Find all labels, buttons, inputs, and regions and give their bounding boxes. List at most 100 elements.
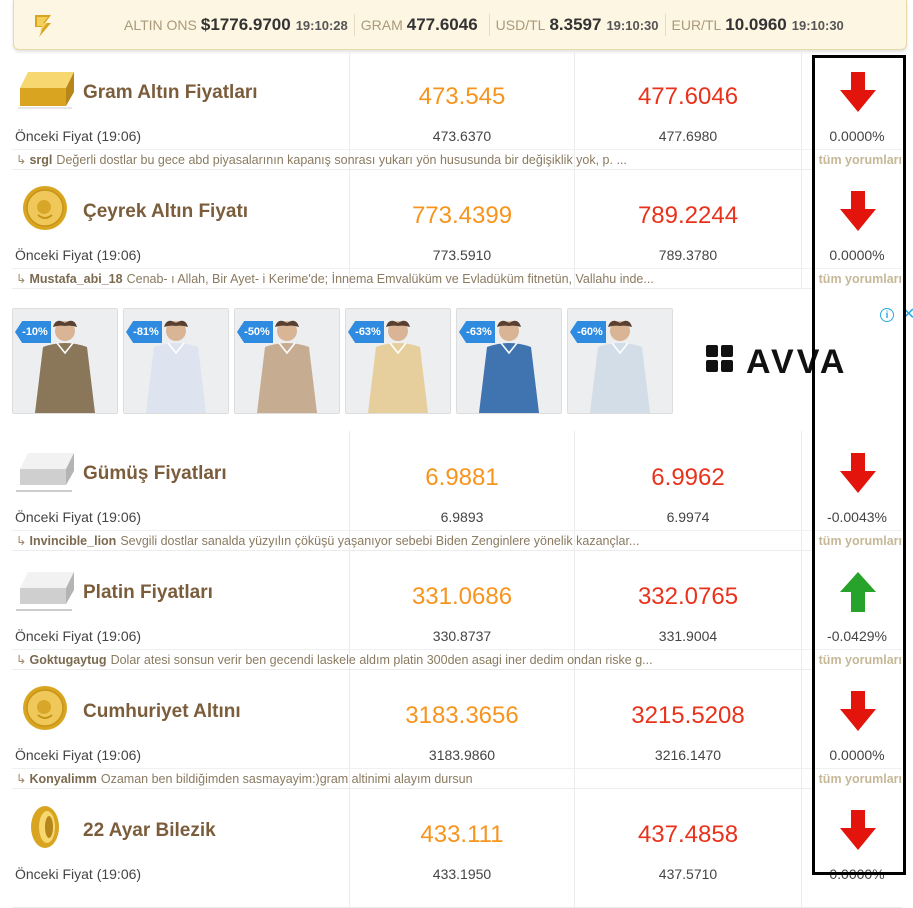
change-percent: -0.0043% — [827, 509, 887, 525]
ticker-time: 19:10:30 — [791, 17, 844, 33]
reply-arrow-icon: ↳ — [16, 153, 27, 167]
sell-price: 437.4858 — [637, 821, 739, 848]
price-row[interactable]: Cumhuriyet Altını Önceki Fiyat (19:06) 318… — [12, 669, 902, 789]
previous-buy-price: 473.6370 — [432, 128, 492, 144]
all-comments-link[interactable]: tüm yorumları — [814, 650, 902, 670]
latest-comment[interactable]: ↳ Goktugaytug Dolar atesi sonsun verir ben… — [12, 649, 902, 670]
all-comments-link[interactable]: tüm yorumları — [814, 150, 902, 170]
previous-buy-price: 6.9893 — [440, 509, 484, 525]
all-comments-link[interactable]: tüm yorumları — [814, 531, 902, 551]
comment-user[interactable]: Konyalimm — [29, 772, 96, 786]
previous-price-label: Önceki Fiyat (19:06) — [15, 509, 142, 525]
product-name-link[interactable]: Platin Fiyatları — [83, 582, 213, 604]
discount-badge: -81% — [126, 321, 162, 343]
product-name-link[interactable]: 22 Ayar Bilezik — [83, 820, 216, 842]
buy-price: 3183.3656 — [405, 702, 519, 729]
advertisement-banner[interactable]: -10% -81% -50% -63% -63% -60% AVVA i ✕ — [12, 288, 913, 431]
ad-info-icon[interactable]: i — [880, 308, 894, 322]
change-percent: 0.0000% — [829, 128, 885, 144]
comment-user[interactable]: Invincible_lion — [29, 534, 116, 548]
ad-product-card[interactable]: -63% — [345, 308, 451, 414]
comment-text[interactable]: Dolar atesi sonsun verir ben gecendi las… — [111, 653, 653, 667]
ticker-time: 19:10:30 — [606, 17, 659, 33]
comment-user[interactable]: Mustafa_abi_18 — [29, 272, 122, 286]
previous-sell-price: 6.9974 — [666, 509, 710, 525]
ticker-item[interactable]: ALTIN ONS $1776.9700 19:10:28 — [118, 13, 355, 36]
product-name-link[interactable]: Gram Altın Fiyatları — [83, 82, 258, 104]
brand-logo-icon: AVVA — [706, 343, 847, 381]
change-percent: 0.0000% — [829, 747, 885, 763]
brand-name: AVVA — [746, 343, 847, 375]
change-percent: 0.0000% — [829, 247, 885, 263]
ad-product-card[interactable]: -63% — [456, 308, 562, 414]
buy-price: 6.9881 — [425, 464, 499, 491]
all-comments-link[interactable]: tüm yorumları — [814, 269, 902, 289]
previous-sell-price: 331.9004 — [658, 628, 718, 644]
previous-buy-price: 433.1950 — [432, 866, 492, 882]
comment-text[interactable]: Değerli dostlar bu gece abd piyasalarını… — [56, 153, 626, 167]
ticker-item[interactable]: EUR/TL 10.0960 19:10:30 — [666, 14, 850, 36]
sell-price: 3215.5208 — [631, 702, 745, 729]
arrow-down-icon — [838, 808, 878, 852]
price-row[interactable]: 22 Ayar Bilezik Önceki Fiyat (19:06) 433.1… — [12, 788, 902, 908]
previous-sell-price: 437.5710 — [658, 866, 718, 882]
previous-buy-price: 773.5910 — [432, 247, 492, 263]
discount-badge: -63% — [348, 321, 384, 343]
product-name-link[interactable]: Gümüş Fiyatları — [83, 463, 227, 485]
ticker-item[interactable]: USD/TL 8.3597 19:10:30 — [490, 13, 666, 36]
site-logo-icon[interactable] — [28, 10, 58, 40]
previous-buy-price: 330.8737 — [432, 628, 492, 644]
reply-arrow-icon: ↳ — [16, 534, 27, 548]
product-name-link[interactable]: Cumhuriyet Altını — [83, 701, 241, 723]
ad-product-card[interactable]: -60% — [567, 308, 673, 414]
reply-arrow-icon: ↳ — [16, 772, 27, 786]
gold-bar-icon[interactable] — [14, 66, 76, 112]
previous-sell-price: 3216.1470 — [654, 747, 722, 763]
previous-price-label: Önceki Fiyat (19:06) — [15, 247, 142, 263]
previous-price-label: Önceki Fiyat (19:06) — [15, 628, 142, 644]
sell-price: 6.9962 — [651, 464, 725, 491]
product-name-link[interactable]: Çeyrek Altın Fiyatı — [83, 201, 248, 223]
avva-brand-logo[interactable]: AVVA — [704, 343, 894, 381]
silver-bar-icon[interactable] — [14, 447, 76, 493]
price-row[interactable]: Çeyrek Altın Fiyatı Önceki Fiyat (19:06) 7… — [12, 169, 902, 289]
gold-coin-icon[interactable] — [14, 685, 76, 731]
all-comments-link[interactable]: tüm yorumları — [814, 769, 902, 789]
comment-user[interactable]: Goktugaytug — [29, 653, 106, 667]
ticker-item[interactable]: GRAM 477.6046 — [355, 13, 490, 36]
change-percent: -0.0429% — [827, 628, 887, 644]
latest-comment[interactable]: ↳ Mustafa_abi_18 Cenab- ı Allah, Bir Ayet-… — [12, 268, 902, 289]
price-row[interactable]: Gram Altın Fiyatları Önceki Fiyat (19:06)… — [12, 50, 902, 170]
buy-price: 331.0686 — [411, 583, 513, 610]
buy-price: 433.111 — [420, 821, 504, 848]
arrow-down-icon — [838, 451, 878, 495]
discount-badge: -10% — [15, 321, 51, 343]
arrow-down-icon — [838, 70, 878, 114]
latest-comment[interactable]: ↳ srgl Değerli dostlar bu gece abd piyasal… — [12, 149, 902, 170]
ad-product-card[interactable]: -81% — [123, 308, 229, 414]
ticker-label: USD/TL — [495, 16, 546, 33]
comment-text[interactable]: Ozaman ben bildiğimden sasmayayim:)gram … — [101, 772, 473, 786]
previous-sell-price: 477.6980 — [658, 128, 718, 144]
ticker-value: 477.6046 — [406, 14, 478, 34]
reply-arrow-icon: ↳ — [16, 272, 27, 286]
discount-badge: -60% — [570, 321, 606, 343]
ad-product-card[interactable]: -10% — [12, 308, 118, 414]
previous-sell-price: 789.3780 — [658, 247, 718, 263]
arrow-down-icon — [838, 189, 878, 233]
gold-coin-icon[interactable] — [14, 185, 76, 231]
latest-comment[interactable]: ↳ Invincible_lion Sevgili dostlar sanalda … — [12, 530, 902, 551]
ad-close-icon[interactable]: ✕ — [902, 304, 913, 324]
ticker-value: $1776.9700 — [200, 14, 291, 34]
price-row[interactable]: Gümüş Fiyatları Önceki Fiyat (19:06) 6.988… — [12, 431, 902, 551]
sell-price: 477.6046 — [637, 83, 739, 110]
comment-user[interactable]: srgl — [29, 153, 52, 167]
comment-text[interactable]: Cenab- ı Allah, Bir Ayet- i Kerime'de; İ… — [127, 272, 654, 286]
latest-comment[interactable]: ↳ Konyalimm Ozaman ben bildiğimden sasmaya… — [12, 768, 902, 789]
ad-product-card[interactable]: -50% — [234, 308, 340, 414]
change-percent: 0.0000% — [829, 866, 885, 882]
price-row[interactable]: Platin Fiyatları Önceki Fiyat (19:06) 331.… — [12, 550, 902, 670]
comment-text[interactable]: Sevgili dostlar sanalda yüzyılın çöküşü … — [120, 534, 639, 548]
platinum-bar-icon[interactable] — [14, 566, 76, 612]
gold-bracelet-icon[interactable] — [14, 804, 76, 850]
